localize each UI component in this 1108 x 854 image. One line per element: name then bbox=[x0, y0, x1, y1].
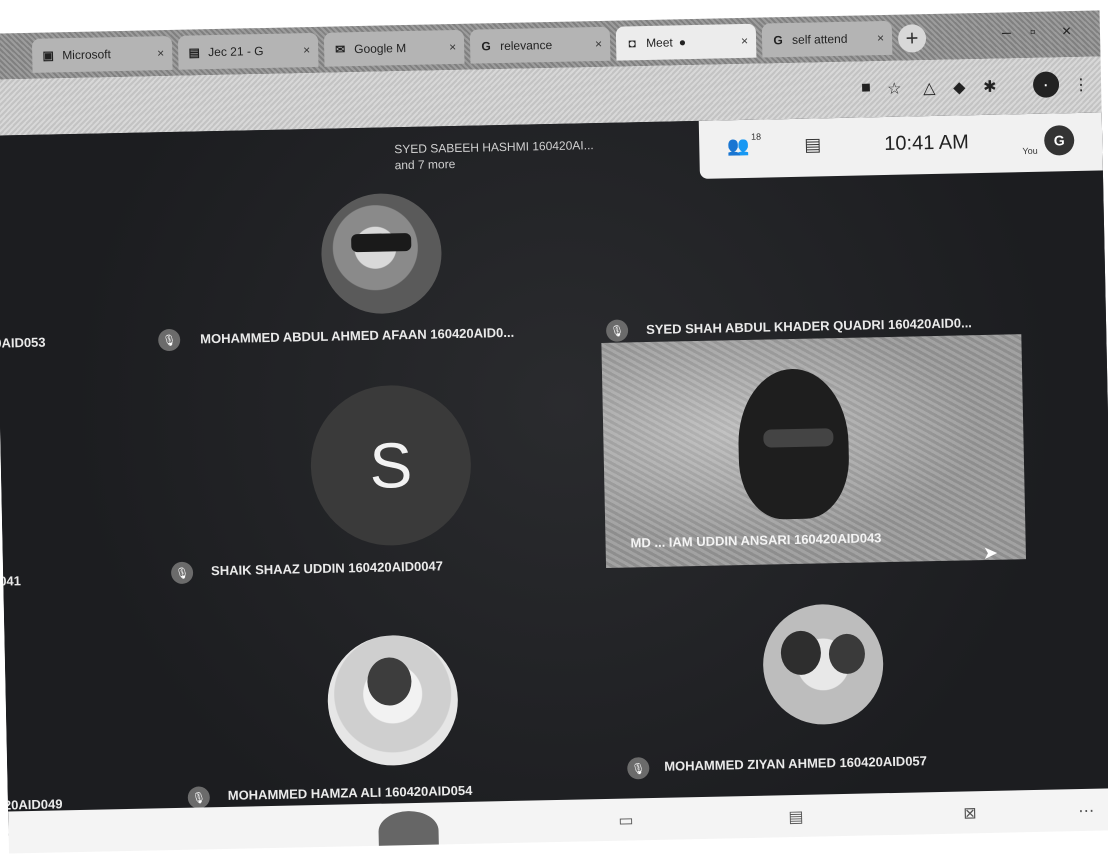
participant-avatar bbox=[761, 603, 885, 726]
present-icon[interactable]: ▭ bbox=[618, 810, 634, 830]
close-icon[interactable]: × bbox=[877, 31, 884, 45]
teams-icon: ▣ bbox=[42, 48, 55, 63]
gmail-icon: ✉ bbox=[334, 42, 346, 57]
tab-label: Jec 21 - G bbox=[208, 44, 264, 60]
face-shape bbox=[828, 633, 866, 675]
mic-muted-icon: 🎙 bbox=[170, 561, 194, 585]
extension-icon[interactable]: ◆ bbox=[953, 77, 966, 97]
mic-muted-icon: 🎙 bbox=[627, 757, 650, 780]
meet-top-panel: 👥 18 ▤ 10:41 AM You G bbox=[698, 112, 1108, 179]
docs-icon: ▤ bbox=[188, 45, 201, 60]
letter-avatar: S bbox=[309, 383, 473, 548]
mic-muted-icon: 🎙 bbox=[605, 319, 629, 342]
participant-name: 0AID053 bbox=[0, 334, 46, 351]
participant-name: 041 bbox=[0, 573, 22, 589]
mic-muted-icon: 🎙 bbox=[187, 786, 211, 809]
tab-label: relevance bbox=[499, 37, 553, 54]
extensions-puzzle-icon[interactable]: ✱ bbox=[983, 77, 997, 97]
participant-count: 18 bbox=[750, 131, 762, 142]
new-tab-button[interactable]: + bbox=[897, 24, 927, 53]
tab-google-1[interactable]: G relevance × bbox=[469, 26, 611, 64]
you-label: You bbox=[1022, 145, 1038, 157]
close-icon[interactable]: × bbox=[303, 43, 310, 57]
google-icon: G bbox=[481, 39, 491, 54]
speaker-info: SYED SABEEH HASHMI 160420AI... and 7 mor… bbox=[394, 137, 594, 173]
profile-avatar[interactable]: · bbox=[1032, 71, 1060, 98]
activities-icon[interactable]: ⊠ bbox=[963, 803, 977, 823]
tab-label: Meet bbox=[645, 35, 673, 50]
close-icon[interactable]: × bbox=[157, 46, 164, 60]
participant-name: MOHAMMED HAMZA ALI 160420AID054 bbox=[227, 782, 473, 803]
close-icon[interactable]: × bbox=[449, 40, 456, 54]
self-avatar[interactable]: G bbox=[1043, 125, 1075, 156]
participant-name: SHAIK SHAAZ UDDIN 160420AID0047 bbox=[210, 558, 444, 579]
menu-kebab-icon[interactable]: ⋮ bbox=[1073, 75, 1089, 95]
tab-docs[interactable]: ▤ Jec 21 - G × bbox=[177, 32, 319, 70]
participant-name: MOHAMMED ABDUL AHMED AFAAN 160420AID0... bbox=[200, 324, 515, 347]
meet-stage: SYED SABEEH HASHMI 160420AI... and 7 mor… bbox=[0, 112, 1108, 836]
tab-gmail[interactable]: ✉ Google M × bbox=[323, 29, 465, 67]
extension-icon[interactable]: ■ bbox=[861, 79, 871, 97]
photo-of-screen: ▣ Microsoft × ▤ Jec 21 - G × ✉ Google M … bbox=[0, 0, 1108, 854]
mic-button[interactable] bbox=[378, 810, 439, 852]
mouse-cursor-icon: ➤ bbox=[982, 542, 999, 564]
bookmark-star-icon[interactable]: ☆ bbox=[887, 79, 902, 99]
close-icon[interactable]: × bbox=[741, 34, 748, 48]
maximize-icon[interactable]: ▫ bbox=[1030, 24, 1036, 42]
tab-teams[interactable]: ▣ Microsoft × bbox=[31, 35, 173, 73]
google-icon: G bbox=[773, 33, 783, 48]
drive-icon[interactable]: △ bbox=[923, 78, 936, 98]
participant-name: SYED SHAH ABDUL KHADER QUADRI 160420AID0… bbox=[645, 315, 972, 338]
others-count: and 7 more bbox=[394, 157, 456, 173]
participant-name: MD ... IAM UDDIN ANSARI 160420AID043 bbox=[630, 530, 882, 551]
meet-icon: ◘ bbox=[628, 36, 636, 51]
participant-name: MOHAMMED ZIYAN AHMED 160420AID057 bbox=[664, 753, 928, 774]
tab-label: self attend bbox=[791, 31, 848, 47]
clock: 10:41 AM bbox=[884, 131, 969, 156]
minimize-icon[interactable]: – bbox=[1002, 24, 1011, 42]
close-icon[interactable]: × bbox=[595, 37, 602, 51]
participant-avatar bbox=[320, 192, 443, 315]
participant-avatar bbox=[326, 634, 460, 767]
participant-video: MD ... IAM UDDIN ANSARI 160420AID043 bbox=[601, 334, 1026, 568]
recording-dot-icon: ● bbox=[678, 35, 687, 50]
tab-google-2[interactable]: G self attend × bbox=[761, 20, 893, 58]
face-shape bbox=[780, 630, 822, 676]
tab-label: Google M bbox=[354, 41, 407, 57]
tab-label: Microsoft bbox=[62, 47, 112, 63]
glasses-shape bbox=[763, 428, 834, 448]
chat-icon[interactable]: ▤ bbox=[804, 134, 821, 155]
window-close-icon[interactable]: × bbox=[1062, 23, 1072, 41]
more-options-icon[interactable]: ⋯ bbox=[1078, 801, 1094, 821]
people-icon[interactable]: 👥 bbox=[727, 136, 750, 157]
mic-muted-icon: 🎙 bbox=[157, 328, 181, 352]
captions-icon[interactable]: ▤ bbox=[788, 807, 804, 827]
sunglasses-shape bbox=[351, 232, 412, 253]
face-shape bbox=[366, 657, 412, 706]
tab-meet[interactable]: ◘ Meet ● × bbox=[615, 23, 757, 61]
